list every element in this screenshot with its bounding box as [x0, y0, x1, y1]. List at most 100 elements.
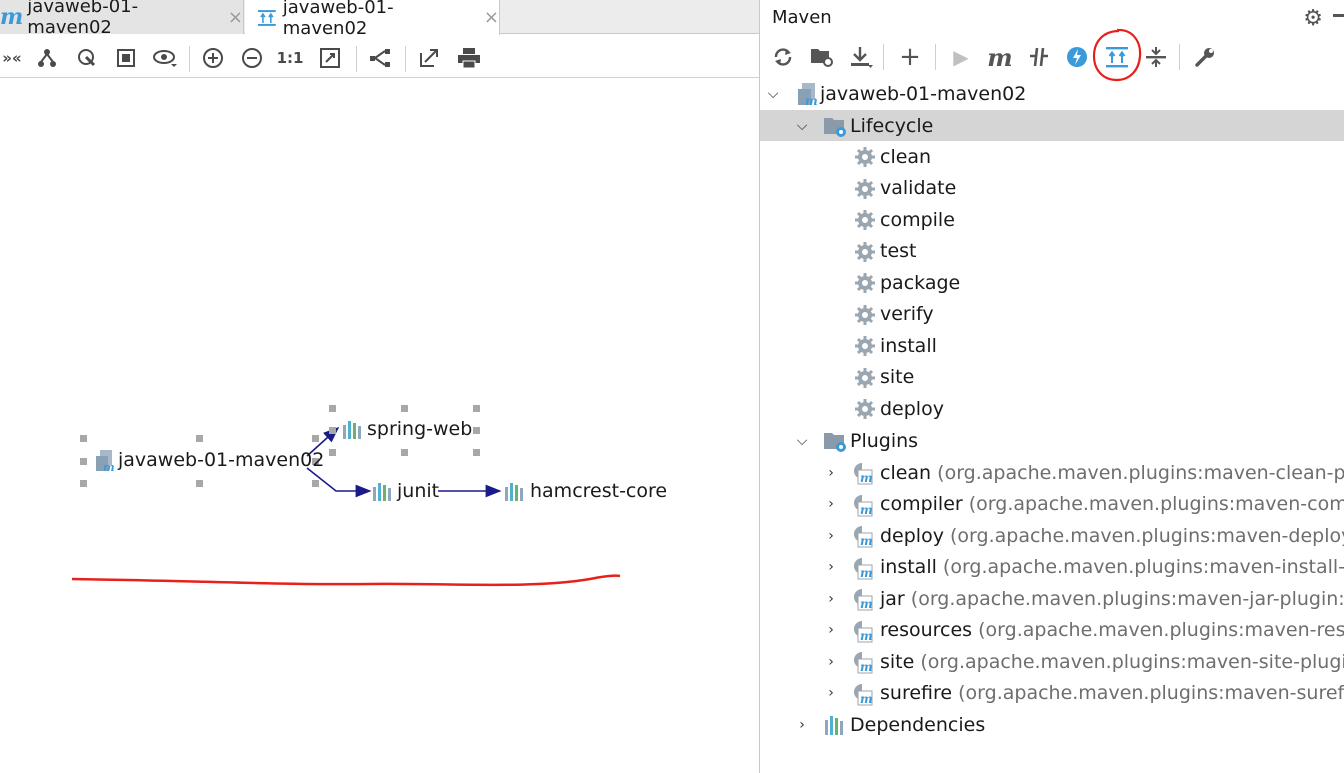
add-icon[interactable]: +: [896, 42, 924, 72]
diagram-node-junit[interactable]: junit: [372, 480, 442, 504]
folder-gear-icon: [824, 118, 846, 137]
svg-text:m: m: [860, 629, 873, 643]
export-icon[interactable]: [417, 46, 441, 70]
tree-item-plugin[interactable]: › m install (org.apache.maven.plugins:mave…: [760, 552, 1344, 583]
print-icon[interactable]: [457, 46, 481, 70]
diagram-node-spring-web[interactable]: spring-web: [342, 418, 472, 442]
chevron-right-icon[interactable]: ›: [795, 717, 809, 733]
tab-dependency-diagram[interactable]: javaweb-01-maven02 ×: [245, 0, 500, 39]
edges-icon[interactable]: [368, 46, 392, 70]
selection-handle[interactable]: [401, 449, 408, 456]
chevron-right-icon[interactable]: ›: [824, 559, 838, 575]
fit-content-icon[interactable]: [114, 46, 138, 70]
plugin-coordinates: (org.apache.maven.plugins:maven-surefire…: [958, 682, 1344, 704]
wrench-icon[interactable]: [1191, 43, 1219, 71]
diagram-node-root[interactable]: m javaweb-01-maven02: [96, 449, 324, 473]
tab-close-icon[interactable]: ×: [484, 7, 499, 28]
tree-item-phase[interactable]: deploy: [760, 393, 1344, 424]
red-annotation-circle: [1092, 28, 1142, 82]
chevron-right-icon[interactable]: ›: [824, 496, 838, 512]
gear-icon: [855, 273, 875, 293]
tab-close-icon[interactable]: ×: [228, 7, 243, 28]
toggle-offline-icon[interactable]: [1025, 43, 1053, 71]
folder-reload-icon[interactable]: [808, 43, 836, 71]
selection-handle[interactable]: [80, 480, 87, 487]
svg-text:m: m: [103, 461, 115, 472]
tree-item-project[interactable]: ⌵ m javaweb-01-maven02: [760, 78, 1344, 109]
collapse-all-icon[interactable]: [1142, 43, 1170, 71]
chevron-right-icon[interactable]: ›: [824, 622, 838, 638]
tree-item-dependencies[interactable]: › Dependencies: [760, 709, 1344, 740]
minimize-icon[interactable]: [1333, 14, 1344, 17]
tree-item-label: Plugins: [850, 429, 919, 452]
skip-tests-icon[interactable]: [1063, 43, 1091, 71]
tree-item-plugin[interactable]: › m clean (org.apache.maven.plugins:maven-…: [760, 457, 1344, 488]
selection-handle[interactable]: [312, 435, 319, 442]
gear-icon[interactable]: ⚙: [1303, 6, 1323, 31]
tree-item-phase[interactable]: validate: [760, 173, 1344, 204]
toolbar-separator: [883, 44, 884, 70]
selection-handle[interactable]: [312, 480, 319, 487]
chevron-right-icon[interactable]: ›: [824, 591, 838, 607]
tree-item-plugin[interactable]: › m deploy (org.apache.maven.plugins:maven…: [760, 520, 1344, 551]
maven-toolbar: + ▶ m: [760, 28, 1344, 82]
selection-handle[interactable]: [196, 435, 203, 442]
tab-pom-file[interactable]: m javaweb-01-maven02 ×: [0, 0, 244, 38]
selection-handle[interactable]: [473, 449, 480, 456]
tree-item-phase[interactable]: compile: [760, 204, 1344, 235]
plugin-coordinates: (org.apache.maven.plugins:maven-compiler…: [968, 493, 1344, 515]
gear-icon: [855, 399, 875, 419]
layout-icon[interactable]: [35, 46, 59, 70]
tree-item-plugin[interactable]: › m surefire (org.apache.maven.plugins:mav…: [760, 678, 1344, 709]
selection-handle[interactable]: [473, 405, 480, 412]
chevron-right-icon[interactable]: ›: [824, 465, 838, 481]
execute-goal-icon[interactable]: m: [986, 43, 1014, 72]
chevron-down-icon[interactable]: ⌵: [766, 86, 780, 102]
toolbar-separator: [1179, 44, 1180, 70]
tree-item-phase[interactable]: install: [760, 330, 1344, 361]
node-label: spring-web: [367, 418, 473, 440]
download-icon[interactable]: [847, 43, 875, 71]
actual-size-button[interactable]: 1:1: [277, 46, 304, 70]
navigate-icon[interactable]: [75, 46, 99, 70]
tree-item-phase[interactable]: test: [760, 236, 1344, 267]
selection-handle[interactable]: [329, 405, 336, 412]
chevron-right-icon[interactable]: ›: [824, 654, 838, 670]
maven-m-icon: m: [0, 4, 24, 30]
tree-item-plugin[interactable]: › m site (org.apache.maven.plugins:maven-s…: [760, 646, 1344, 677]
plugin-coordinates: (org.apache.maven.plugins:maven-clean-pl…: [937, 461, 1344, 484]
chevron-right-icon[interactable]: ›: [824, 528, 838, 544]
run-icon[interactable]: ▶: [947, 43, 975, 71]
selection-handle[interactable]: [401, 405, 408, 412]
selection-handle[interactable]: [329, 449, 336, 456]
chevron-right-icon[interactable]: ›: [824, 685, 838, 701]
tree-item-phase[interactable]: verify: [760, 299, 1344, 330]
fit-page-icon[interactable]: [318, 46, 342, 70]
overflow-chevron-icon[interactable]: »«: [0, 46, 24, 70]
zoom-out-icon[interactable]: [240, 46, 264, 70]
tree-item-plugin[interactable]: › m jar (org.apache.maven.plugins:maven-ja…: [760, 583, 1344, 614]
selection-handle[interactable]: [196, 480, 203, 487]
chevron-down-icon[interactable]: ⌵: [795, 433, 809, 449]
tree-item-plugin[interactable]: › m compiler (org.apache.maven.plugins:mav…: [760, 489, 1344, 520]
tree-item-label: Lifecycle: [850, 114, 934, 137]
selection-handle[interactable]: [473, 427, 480, 434]
diagram-node-hamcrest-core[interactable]: hamcrest-core: [504, 480, 667, 504]
diagram-canvas[interactable]: m javaweb-01-maven02 spring-web junit ha…: [0, 79, 759, 773]
tree-item-plugins[interactable]: ⌵ Plugins: [760, 425, 1344, 456]
tree-item-plugin[interactable]: › m resources (org.apache.maven.plugins:ma…: [760, 615, 1344, 646]
reload-icon[interactable]: [769, 43, 797, 71]
plugin-coordinates: (org.apache.maven.plugins:maven-deploy-p…: [950, 524, 1344, 547]
selection-handle[interactable]: [329, 427, 336, 434]
tree-item-lifecycle[interactable]: ⌵ Lifecycle: [760, 110, 1344, 141]
red-annotation-line: [71, 574, 621, 587]
chevron-down-icon[interactable]: ⌵: [795, 118, 809, 134]
tree-item-phase[interactable]: clean: [760, 141, 1344, 172]
selection-handle[interactable]: [80, 435, 87, 442]
tree-item-phase[interactable]: site: [760, 362, 1344, 393]
svg-text:m: m: [860, 566, 873, 580]
tree-item-phase[interactable]: package: [760, 267, 1344, 298]
zoom-in-icon[interactable]: [201, 46, 225, 70]
selection-handle[interactable]: [80, 458, 87, 465]
eye-icon[interactable]: [153, 46, 177, 70]
